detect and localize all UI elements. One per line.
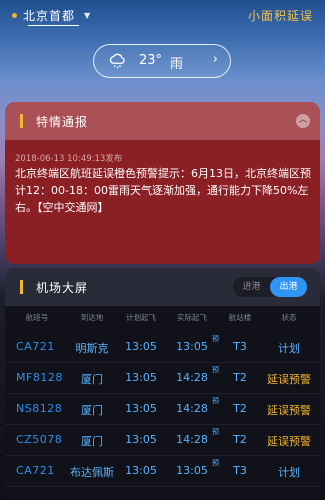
table-row[interactable]: CZ5078 厦门 13:05 14:28 预 T2 延误预警 bbox=[5, 425, 320, 456]
weather-pill[interactable]: 23° 雨 › bbox=[93, 44, 231, 78]
flight-number: CA721 bbox=[16, 464, 55, 477]
table-row[interactable]: CA721 布达佩斯 13:05 13:05 预 T3 计划 bbox=[5, 456, 320, 487]
scheduled-time: 13:05 bbox=[125, 433, 157, 446]
city-name: 北京首都 bbox=[23, 9, 76, 23]
col-status: 状态 bbox=[281, 313, 297, 322]
terminal: T3 bbox=[233, 464, 247, 477]
dropdown-caret-icon: ▼ bbox=[84, 11, 92, 20]
airport-board-header: 机场大屏 进港 出港 bbox=[5, 268, 320, 306]
scheduled-time: 13:05 bbox=[125, 402, 157, 415]
tab-arrivals[interactable]: 进港 bbox=[233, 277, 270, 297]
flight-status: 延误预警 bbox=[267, 373, 311, 386]
flight-number: CZ5078 bbox=[16, 433, 63, 446]
predicted-mark: 预 bbox=[212, 428, 219, 436]
table-header: 航班号 到达地 计划起飞 实际起飞 航站楼 状态 bbox=[5, 312, 320, 328]
collapse-chevron-up-icon[interactable]: ︿ bbox=[296, 114, 310, 128]
special-notice-card: 特情通报 ︿ 2018-06-13 10:49:13发布 北京终端区航班延误橙色… bbox=[5, 102, 320, 264]
destination: 厦门 bbox=[81, 373, 103, 386]
flight-number: NS8128 bbox=[16, 402, 63, 415]
scheduled-time: 13:05 bbox=[125, 340, 157, 353]
section-accent-bar bbox=[20, 280, 23, 294]
col-terminal: 航站楼 bbox=[228, 313, 252, 322]
predicted-mark: 预 bbox=[212, 459, 219, 467]
actual-time: 14:28 bbox=[176, 433, 208, 446]
table-row[interactable]: CA721 明斯克 13:05 13:05 预 T3 计划 bbox=[5, 332, 320, 363]
destination: 厦门 bbox=[81, 404, 103, 417]
weather-condition: 雨 bbox=[170, 57, 184, 72]
special-notice-header[interactable]: 特情通报 ︿ bbox=[5, 102, 320, 140]
flight-status: 延误预警 bbox=[267, 435, 311, 448]
flight-status: 延误预警 bbox=[267, 404, 311, 417]
notice-timestamp: 2018-06-13 10:49:13发布 bbox=[15, 154, 123, 164]
terminal: T2 bbox=[233, 371, 247, 384]
col-destination: 到达地 bbox=[80, 313, 104, 322]
col-actual-departure: 实际起飞 bbox=[177, 313, 207, 322]
predicted-mark: 预 bbox=[212, 397, 219, 405]
delay-level-link[interactable]: 小面积延误 bbox=[248, 7, 313, 24]
location-dot-icon bbox=[12, 13, 17, 18]
table-row[interactable]: NS8128 厦门 13:05 14:28 预 T2 延误预警 bbox=[5, 394, 320, 425]
top-bar: 北京首都 ▼ 小面积延误 bbox=[0, 0, 325, 32]
terminal: T2 bbox=[233, 433, 247, 446]
scheduled-time: 13:05 bbox=[125, 464, 157, 477]
scheduled-time: 13:05 bbox=[125, 371, 157, 384]
predicted-mark: 预 bbox=[212, 335, 219, 343]
col-scheduled-departure: 计划起飞 bbox=[126, 313, 156, 322]
rain-cloud-icon bbox=[109, 53, 125, 69]
arrival-departure-toggle[interactable]: 进港 出港 bbox=[233, 277, 307, 297]
actual-time: 13:05 bbox=[176, 464, 208, 477]
weather-temperature: 23° bbox=[139, 53, 163, 68]
table-row[interactable]: MF8128 厦门 13:05 14:28 预 T2 延误预警 bbox=[5, 363, 320, 394]
col-flight-number: 航班号 bbox=[25, 313, 49, 322]
destination: 厦门 bbox=[81, 435, 103, 448]
destination: 明斯克 bbox=[75, 342, 109, 355]
city-selector[interactable]: 北京首都 ▼ bbox=[12, 7, 92, 26]
destination: 布达佩斯 bbox=[70, 466, 114, 479]
predicted-mark: 预 bbox=[212, 366, 219, 374]
flight-number: MF8128 bbox=[16, 371, 63, 384]
city-underline bbox=[28, 25, 80, 26]
actual-time: 13:05 bbox=[176, 340, 208, 353]
terminal: T3 bbox=[233, 340, 247, 353]
section-accent-bar bbox=[20, 114, 23, 128]
tab-departures[interactable]: 出港 bbox=[270, 277, 307, 297]
actual-time: 14:28 bbox=[176, 402, 208, 415]
terminal: T2 bbox=[233, 402, 247, 415]
airport-board-title: 机场大屏 bbox=[36, 281, 89, 295]
airport-board-card: 机场大屏 进港 出港 航班号 到达地 计划起飞 实际起飞 航站楼 状态 CA72… bbox=[5, 268, 320, 500]
chevron-right-icon: › bbox=[212, 52, 218, 67]
actual-time: 14:28 bbox=[176, 371, 208, 384]
flight-number: CA721 bbox=[16, 340, 55, 353]
notice-body: 北京终端区航班延误橙色预警提示：6月13日，北京终端区预计12：00-18：00… bbox=[15, 167, 311, 214]
flight-status: 计划 bbox=[278, 342, 300, 355]
special-notice-title: 特情通报 bbox=[36, 115, 89, 129]
flight-status: 计划 bbox=[278, 466, 300, 479]
